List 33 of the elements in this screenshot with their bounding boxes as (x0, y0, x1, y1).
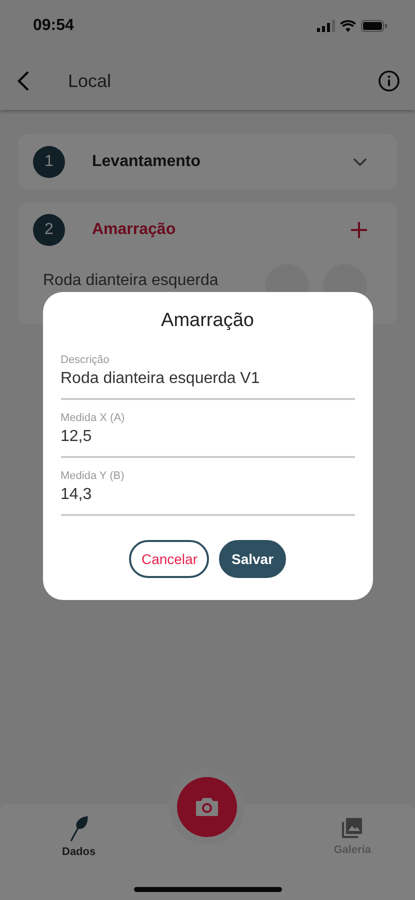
cancel-button[interactable]: Cancelar (129, 540, 210, 578)
step-number: 1 (33, 146, 65, 178)
camera-button[interactable] (177, 777, 237, 837)
status-time: 09:54 (33, 17, 74, 35)
nav-tab[interactable]: Dados (62, 816, 96, 858)
save-button[interactable]: Salvar (219, 540, 286, 578)
field-value: Roda dianteira esquerda V1 (60, 370, 261, 388)
wifi-icon (340, 20, 356, 32)
back-button[interactable] (16, 70, 30, 92)
field-label: Descrição (60, 354, 110, 366)
add-icon[interactable] (351, 222, 367, 238)
input-field[interactable]: Descrição Roda dianteira esquerda V1 (60, 346, 354, 400)
field-value: 14,3 (60, 486, 93, 504)
signal-icon (317, 20, 335, 32)
input-field[interactable]: Medida X (A) 12,5 (60, 404, 354, 458)
screen-title: Local (68, 70, 112, 92)
dialog-title: Amarração (160, 310, 255, 332)
input-field[interactable]: Medida Y (B) 14,3 (60, 462, 354, 516)
back-icon (16, 70, 30, 92)
field-value: 12,5 (60, 428, 93, 446)
info-icon (378, 70, 400, 92)
field-label: Medida Y (B) (60, 470, 126, 482)
step-title[interactable]: Levantamento (92, 153, 353, 171)
battery-icon (361, 20, 387, 32)
entry-description: Roda dianteira esquerda (43, 272, 220, 290)
chevron-down-icon[interactable] (353, 158, 367, 166)
step-number: 2 (33, 214, 65, 246)
field-label: Medida X (A) (60, 412, 126, 424)
gallery-icon (340, 816, 364, 840)
info-button[interactable] (378, 70, 400, 92)
step-title[interactable]: Amarração (92, 221, 351, 239)
feather-icon (68, 816, 89, 842)
camera-icon (196, 798, 218, 816)
